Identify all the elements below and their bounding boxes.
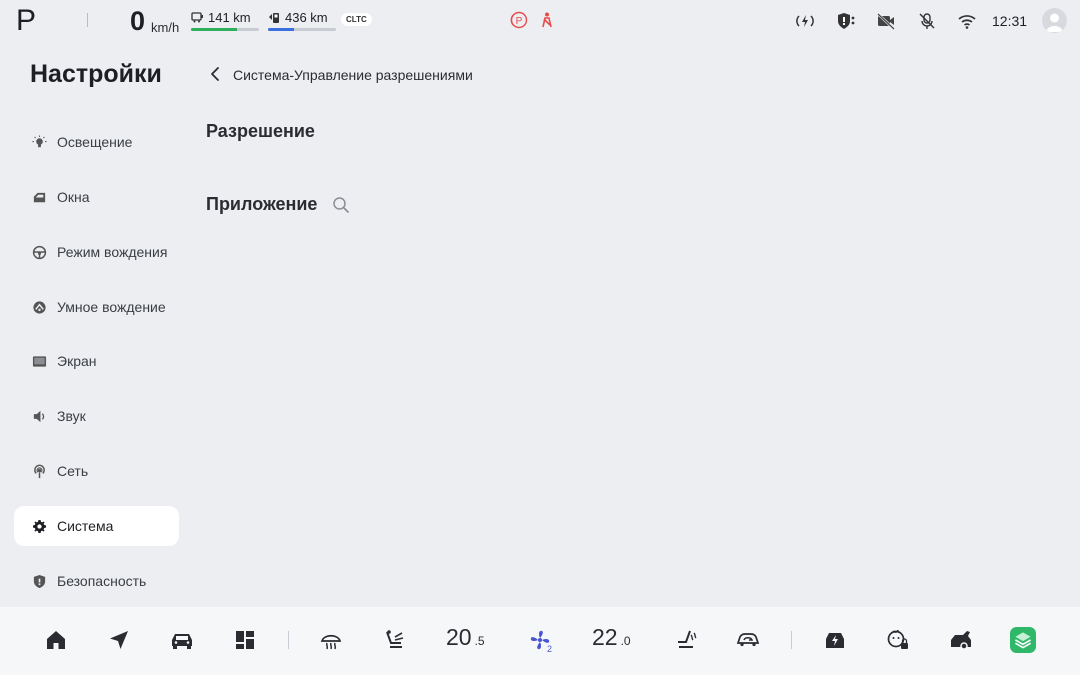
shield-icon	[33, 574, 45, 588]
charging-icon	[826, 633, 844, 648]
sidebar-item-security[interactable]: Безопасность	[14, 561, 179, 601]
screen-icon	[32, 355, 46, 367]
dock-recirculation-button[interactable]	[735, 627, 761, 653]
dock-child-lock-button[interactable]	[885, 627, 911, 653]
seatbelt-warning-icon	[542, 12, 552, 28]
bottom-dock: 20.5 2 22.0	[0, 607, 1080, 675]
sidebar-item-label: Экран	[57, 353, 97, 369]
security-status-icon	[838, 13, 855, 29]
sidebar-item-lighting[interactable]: Освещение	[14, 122, 179, 162]
steering-wheel-icon	[32, 245, 46, 259]
search-icon[interactable]	[332, 196, 350, 214]
navigation-arrow-icon	[110, 631, 128, 649]
parking-brake-icon: P	[510, 11, 528, 29]
sidebar-item-label: Система	[57, 518, 114, 534]
user-avatar[interactable]	[1042, 8, 1067, 33]
car-icon	[172, 634, 192, 649]
total-range-value: 436 km	[285, 10, 328, 25]
speed-unit: km/h	[151, 20, 180, 35]
gear-indicator: P	[16, 4, 37, 37]
sidebar-item-label: Режим вождения	[57, 244, 168, 260]
ev-range: 141 km	[191, 10, 259, 34]
sidebar-item-label: Окна	[57, 189, 90, 205]
dock-divider	[791, 631, 792, 649]
svg-text:P: P	[516, 16, 523, 27]
sidebar-item-label: Сеть	[57, 463, 89, 479]
sidebar-item-label: Безопасность	[57, 573, 147, 589]
dock-passenger-seat-climate-button[interactable]	[673, 627, 699, 653]
ev-range-value: 141 km	[208, 10, 251, 25]
dock-vehicle-button[interactable]	[169, 627, 195, 653]
child-lock-icon	[887, 629, 908, 649]
battery-car-icon	[191, 12, 203, 23]
back-button[interactable]	[206, 64, 224, 84]
total-range-bar	[268, 28, 294, 31]
dock-navigation-button[interactable]	[106, 627, 132, 653]
dock-driver-seat-climate-button[interactable]	[382, 627, 408, 653]
dock-charging-button[interactable]	[822, 627, 848, 653]
fan-level: 2	[547, 644, 553, 654]
fuel-pump-icon	[269, 12, 279, 23]
sidebar-item-windows[interactable]: Окна	[14, 177, 179, 217]
sidebar-item-label: Освещение	[57, 134, 133, 150]
sidebar-item-driving-mode[interactable]: Режим вождения	[14, 232, 179, 272]
speaker-icon	[33, 410, 44, 422]
camera-off-icon	[877, 13, 895, 30]
sidebar-item-label: Умное вождение	[57, 299, 166, 315]
sidebar-item-system[interactable]: Система	[14, 506, 179, 546]
window-icon	[33, 192, 45, 202]
sidebar-item-label: Звук	[57, 408, 86, 424]
charging-signal-icon	[796, 15, 814, 27]
dock-divider	[288, 631, 289, 649]
driver-temperature[interactable]: 20.5	[446, 624, 485, 651]
speed-value: 0	[130, 6, 146, 36]
light-icon	[31, 134, 47, 147]
seat-airflow-icon	[386, 630, 404, 648]
total-range: 436 km	[268, 10, 336, 34]
driver-temperature-int: 20	[446, 624, 472, 650]
passenger-temperature-int: 22	[592, 624, 618, 650]
status-divider	[87, 13, 88, 27]
dock-app-store-button[interactable]	[1010, 627, 1036, 653]
passenger-temperature[interactable]: 22.0	[592, 624, 631, 651]
driver-temperature-dec: .5	[474, 634, 485, 648]
seat-heat-icon	[678, 630, 697, 648]
network-icon	[33, 464, 45, 478]
ev-range-bar	[191, 28, 238, 31]
sidebar-item-network[interactable]: Сеть	[14, 451, 179, 491]
passenger-temperature-dec: .0	[620, 634, 631, 648]
range-standard-badge: CLTC	[341, 13, 372, 26]
dock-home-button[interactable]	[43, 627, 69, 653]
wifi-icon	[958, 15, 976, 29]
breadcrumb: Система-Управление разрешениями	[233, 67, 473, 83]
air-recirculation-icon	[736, 633, 760, 647]
trunk-icon	[951, 631, 971, 650]
status-bar: P 0 km/h 141 km 436 km CLTC P 12:31	[0, 0, 1080, 42]
section-title-permission: Разрешение	[206, 121, 315, 141]
dock-front-defrost-button[interactable]	[318, 627, 344, 653]
dock-trunk-button[interactable]	[948, 627, 974, 653]
front-defrost-icon	[320, 634, 342, 650]
settings-title: Настройки	[30, 60, 162, 88]
smart-driving-icon	[32, 300, 46, 314]
app-layers-icon	[1010, 627, 1036, 653]
gear-icon	[32, 519, 46, 533]
sidebar-item-sound[interactable]: Звук	[14, 396, 179, 436]
sidebar-item-smart-driving[interactable]: Умное вождение	[14, 287, 179, 327]
home-icon	[47, 631, 65, 649]
apps-grid-icon	[236, 631, 254, 649]
section-title-application: Приложение	[206, 194, 318, 214]
clock: 12:31	[992, 13, 1028, 29]
microphone-off-icon	[919, 13, 935, 29]
dock-apps-button[interactable]	[232, 627, 258, 653]
sidebar-item-screen[interactable]: Экран	[14, 341, 179, 381]
user-icon	[1046, 13, 1063, 32]
